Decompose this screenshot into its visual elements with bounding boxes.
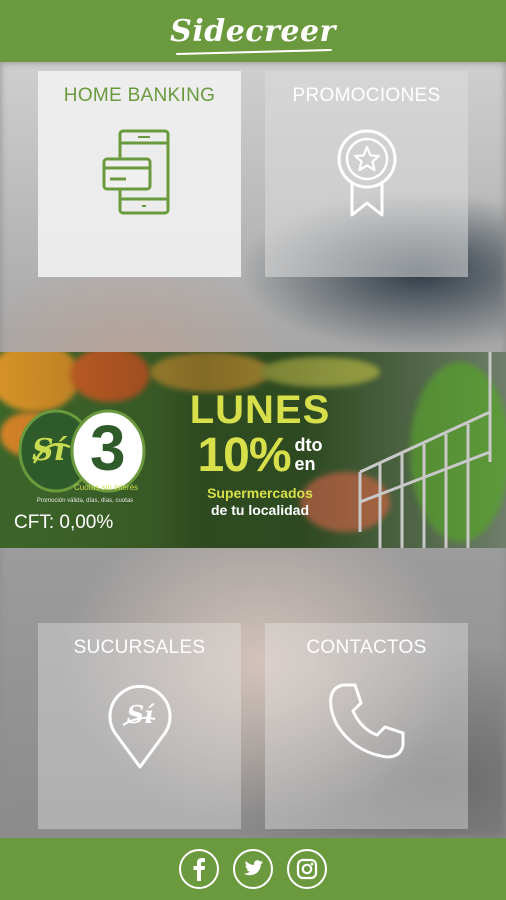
promo-place-line1: Supermercados (207, 485, 313, 501)
promociones-tile[interactable]: PROMOCIONES (265, 71, 468, 277)
promo-en: en (294, 454, 316, 475)
shopping-cart-graphic (358, 352, 492, 548)
app-header: Sidecreer (0, 0, 506, 62)
facebook-icon (193, 858, 205, 881)
contactos-tile[interactable]: CONTACTOS (265, 623, 468, 829)
promo-text-block: LUNES 10% dto en Supermercados de tu loc… (180, 390, 340, 517)
contactos-label: CONTACTOS (306, 637, 427, 658)
badge-caption: Cuotas sin interés (73, 483, 139, 492)
award-ribbon-icon (332, 127, 402, 228)
badge-fine-print: Promoción válida, días, días, cuotas (36, 498, 134, 504)
home-banking-label: HOME BANKING (63, 85, 216, 106)
twitter-button[interactable] (233, 849, 273, 889)
badge-number: 3 (90, 412, 126, 484)
facebook-button[interactable] (179, 849, 219, 889)
si3-badge: Sí 3 Cuotas sin interés (18, 407, 148, 507)
promo-day: LUNES (189, 388, 331, 432)
home-banking-tile[interactable]: HOME BANKING (38, 71, 241, 277)
phone-icon (325, 679, 409, 768)
instagram-icon (296, 858, 318, 880)
mobile-card-icon (100, 127, 180, 222)
promociones-label: PROMOCIONES (292, 85, 441, 106)
promo-discount: 10% (197, 429, 291, 482)
promo-place-line2: de tu localidad (210, 502, 309, 518)
svg-text:Sí: Sí (126, 700, 155, 729)
sucursales-tile[interactable]: SUCURSALES Sí (38, 623, 241, 829)
sidecreer-logo: Sidecreer (170, 14, 336, 55)
instagram-button[interactable] (287, 849, 327, 889)
social-footer (0, 838, 506, 900)
promo-banner[interactable]: Sí 3 Cuotas sin interés Promoción válida… (0, 352, 506, 548)
location-pin-icon: Sí (105, 679, 175, 776)
twitter-icon (243, 860, 264, 876)
cft-text: CFT: 0,00% (14, 512, 114, 533)
promo-dto: dto (294, 435, 323, 456)
badge-brand: Sí (32, 433, 66, 468)
sucursales-label: SUCURSALES (73, 637, 206, 658)
